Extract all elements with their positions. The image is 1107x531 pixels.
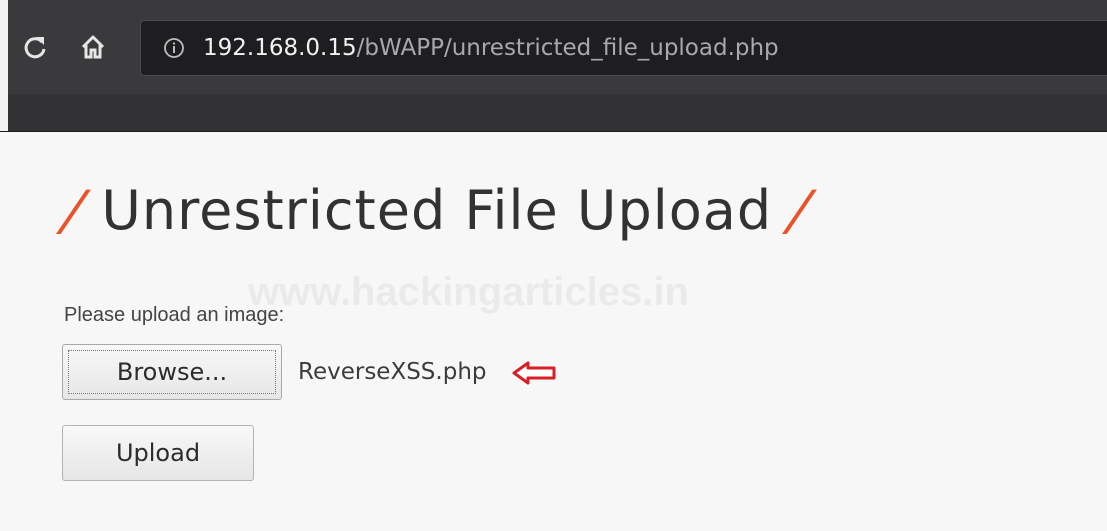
toolbar-lower [0, 94, 1107, 132]
title-slash-left: / [58, 179, 89, 242]
selected-file-name: ReverseXSS.php [298, 359, 487, 385]
url-host: 192.168.0.15 [203, 35, 357, 61]
home-icon [81, 35, 105, 59]
url-path: /bWAPP/unrestricted_file_upload.php [356, 35, 779, 61]
left-arrow-icon [512, 361, 556, 385]
title-slash-right: / [784, 179, 816, 242]
home-button[interactable] [78, 32, 108, 62]
title-text: Unrestricted File Upload [101, 179, 773, 242]
window-edge [0, 0, 8, 131]
watermark: www.hackingarticles.in [248, 270, 689, 314]
reload-button[interactable] [20, 32, 50, 62]
url-text[interactable]: 192.168.0.15/bWAPP/unrestricted_file_upl… [203, 33, 779, 63]
browse-button[interactable]: Browse... [62, 344, 282, 400]
upload-button[interactable]: Upload [62, 425, 254, 481]
browser-chrome: 192.168.0.15/bWAPP/unrestricted_file_upl… [0, 0, 1107, 132]
address-bar[interactable]: 192.168.0.15/bWAPP/unrestricted_file_upl… [140, 20, 1107, 76]
reload-icon [24, 37, 46, 59]
page-title: / Unrestricted File Upload / [59, 166, 816, 256]
upload-prompt: Please upload an image: [64, 304, 285, 326]
info-icon[interactable] [163, 37, 185, 59]
